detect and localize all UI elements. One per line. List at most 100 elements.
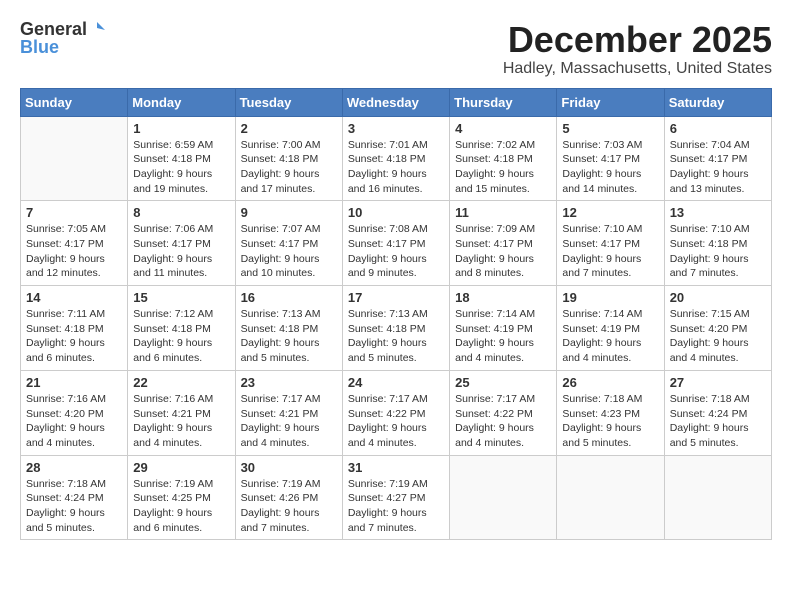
calendar-cell: 14 Sunrise: 7:11 AMSunset: 4:18 PMDayligh…: [21, 286, 128, 371]
day-number: 23: [241, 375, 337, 390]
day-info: Sunrise: 7:04 AMSunset: 4:17 PMDaylight:…: [670, 138, 766, 197]
calendar-cell: 17Sunrise: 7:13 AMSunset: 4:18 PMDayligh…: [342, 286, 449, 371]
weekday-header-sunday: Sunday: [21, 88, 128, 116]
calendar-cell: 4Sunrise: 7:02 AMSunset: 4:18 PMDaylight…: [450, 116, 557, 201]
day-info: Sunrise: 7:12 AMSunset: 4:18 PMDaylight:…: [133, 307, 229, 366]
calendar-header: SundayMondayTuesdayWednesdayThursdayFrid…: [21, 88, 772, 116]
calendar-week-4: 28 Sunrise: 7:18 AMSunset: 4:24 PMDayligh…: [21, 455, 772, 540]
day-number: 5: [562, 121, 658, 136]
day-info: Sunrise: 7:09 AMSunset: 4:17 PMDaylight:…: [455, 222, 551, 281]
calendar-week-2: 14 Sunrise: 7:11 AMSunset: 4:18 PMDayligh…: [21, 286, 772, 371]
day-info: Sunrise: 7:17 AMSunset: 4:22 PMDaylight:…: [455, 392, 551, 451]
day-number: 24: [348, 375, 444, 390]
day-info: Sunrise: 7:01 AMSunset: 4:18 PMDaylight:…: [348, 138, 444, 197]
calendar-cell: [21, 116, 128, 201]
day-number: 1: [133, 121, 229, 136]
weekday-header-monday: Monday: [128, 88, 235, 116]
calendar-cell: 30 Sunrise: 7:19 AMSunset: 4:26 PMDayligh…: [235, 455, 342, 540]
page-header: General Blue December 2025 Hadley, Massa…: [20, 20, 772, 78]
day-info: Sunrise: 7:08 AMSunset: 4:17 PMDaylight:…: [348, 222, 444, 281]
logo-bird-icon: [89, 20, 105, 36]
day-info: Sunrise: 7:05 AMSunset: 4:17 PMDaylight:…: [26, 222, 122, 281]
day-info: Sunrise: 7:19 AMSunset: 4:25 PMDaylight:…: [133, 477, 229, 536]
calendar-cell: 15 Sunrise: 7:12 AMSunset: 4:18 PMDayligh…: [128, 286, 235, 371]
calendar-cell: 21Sunrise: 7:16 AMSunset: 4:20 PMDayligh…: [21, 370, 128, 455]
day-number: 12: [562, 205, 658, 220]
day-number: 11: [455, 205, 551, 220]
day-info: Sunrise: 7:16 AMSunset: 4:21 PMDaylight:…: [133, 392, 229, 451]
day-info: Sunrise: 7:18 AMSunset: 4:24 PMDaylight:…: [26, 477, 122, 536]
day-number: 28: [26, 460, 122, 475]
day-number: 19: [562, 290, 658, 305]
calendar-cell: 8 Sunrise: 7:06 AMSunset: 4:17 PMDaylight…: [128, 201, 235, 286]
day-number: 29: [133, 460, 229, 475]
calendar-cell: 12 Sunrise: 7:10 AMSunset: 4:17 PMDayligh…: [557, 201, 664, 286]
calendar-cell: 20 Sunrise: 7:15 AMSunset: 4:20 PMDayligh…: [664, 286, 771, 371]
day-info: Sunrise: 7:14 AMSunset: 4:19 PMDaylight:…: [562, 307, 658, 366]
day-info: Sunrise: 7:10 AMSunset: 4:18 PMDaylight:…: [670, 222, 766, 281]
calendar-cell: 24 Sunrise: 7:17 AMSunset: 4:22 PMDayligh…: [342, 370, 449, 455]
weekday-header-thursday: Thursday: [450, 88, 557, 116]
day-info: Sunrise: 7:11 AMSunset: 4:18 PMDaylight:…: [26, 307, 122, 366]
day-info: Sunrise: 7:18 AMSunset: 4:23 PMDaylight:…: [562, 392, 658, 451]
calendar-table: SundayMondayTuesdayWednesdayThursdayFrid…: [20, 88, 772, 541]
calendar-cell: 2Sunrise: 7:00 AMSunset: 4:18 PMDaylight…: [235, 116, 342, 201]
day-number: 4: [455, 121, 551, 136]
day-info: Sunrise: 7:19 AMSunset: 4:26 PMDaylight:…: [241, 477, 337, 536]
calendar-cell: [664, 455, 771, 540]
calendar-cell: 28 Sunrise: 7:18 AMSunset: 4:24 PMDayligh…: [21, 455, 128, 540]
month-title: December 2025: [503, 20, 772, 60]
day-number: 13: [670, 205, 766, 220]
calendar-cell: 9 Sunrise: 7:07 AMSunset: 4:17 PMDaylight…: [235, 201, 342, 286]
calendar-cell: 23 Sunrise: 7:17 AMSunset: 4:21 PMDayligh…: [235, 370, 342, 455]
day-number: 30: [241, 460, 337, 475]
day-number: 14: [26, 290, 122, 305]
calendar-cell: [557, 455, 664, 540]
logo-general-text: General: [20, 20, 87, 38]
day-number: 8: [133, 205, 229, 220]
day-info: Sunrise: 7:16 AMSunset: 4:20 PMDaylight:…: [26, 392, 122, 451]
calendar-cell: 6 Sunrise: 7:04 AMSunset: 4:17 PMDaylight…: [664, 116, 771, 201]
calendar-week-1: 7 Sunrise: 7:05 AMSunset: 4:17 PMDaylight…: [21, 201, 772, 286]
day-number: 31: [348, 460, 444, 475]
day-number: 9: [241, 205, 337, 220]
day-number: 17: [348, 290, 444, 305]
day-number: 6: [670, 121, 766, 136]
calendar-cell: 3Sunrise: 7:01 AMSunset: 4:18 PMDaylight…: [342, 116, 449, 201]
calendar-cell: 11 Sunrise: 7:09 AMSunset: 4:17 PMDayligh…: [450, 201, 557, 286]
day-info: Sunrise: 7:00 AMSunset: 4:18 PMDaylight:…: [241, 138, 337, 197]
day-info: Sunrise: 7:10 AMSunset: 4:17 PMDaylight:…: [562, 222, 658, 281]
day-number: 16: [241, 290, 337, 305]
calendar-body: 1 Sunrise: 6:59 AMSunset: 4:18 PMDaylight…: [21, 116, 772, 540]
day-number: 7: [26, 205, 122, 220]
calendar-cell: 16Sunrise: 7:13 AMSunset: 4:18 PMDayligh…: [235, 286, 342, 371]
calendar-cell: 10 Sunrise: 7:08 AMSunset: 4:17 PMDayligh…: [342, 201, 449, 286]
location-title: Hadley, Massachusetts, United States: [503, 60, 772, 78]
day-number: 10: [348, 205, 444, 220]
calendar-cell: 29 Sunrise: 7:19 AMSunset: 4:25 PMDayligh…: [128, 455, 235, 540]
day-info: Sunrise: 7:06 AMSunset: 4:17 PMDaylight:…: [133, 222, 229, 281]
calendar-cell: 18Sunrise: 7:14 AMSunset: 4:19 PMDayligh…: [450, 286, 557, 371]
day-info: Sunrise: 7:15 AMSunset: 4:20 PMDaylight:…: [670, 307, 766, 366]
day-number: 22: [133, 375, 229, 390]
calendar-cell: 5 Sunrise: 7:03 AMSunset: 4:17 PMDaylight…: [557, 116, 664, 201]
weekday-header-friday: Friday: [557, 88, 664, 116]
weekday-header-row: SundayMondayTuesdayWednesdayThursdayFrid…: [21, 88, 772, 116]
weekday-header-wednesday: Wednesday: [342, 88, 449, 116]
day-info: Sunrise: 7:07 AMSunset: 4:17 PMDaylight:…: [241, 222, 337, 281]
day-info: Sunrise: 6:59 AMSunset: 4:18 PMDaylight:…: [133, 138, 229, 197]
calendar-week-0: 1 Sunrise: 6:59 AMSunset: 4:18 PMDaylight…: [21, 116, 772, 201]
day-number: 15: [133, 290, 229, 305]
day-info: Sunrise: 7:03 AMSunset: 4:17 PMDaylight:…: [562, 138, 658, 197]
day-info: Sunrise: 7:19 AMSunset: 4:27 PMDaylight:…: [348, 477, 444, 536]
day-number: 27: [670, 375, 766, 390]
calendar-cell: 31 Sunrise: 7:19 AMSunset: 4:27 PMDayligh…: [342, 455, 449, 540]
calendar-cell: 13 Sunrise: 7:10 AMSunset: 4:18 PMDayligh…: [664, 201, 771, 286]
calendar-cell: 7 Sunrise: 7:05 AMSunset: 4:17 PMDaylight…: [21, 201, 128, 286]
title-block: December 2025 Hadley, Massachusetts, Uni…: [503, 20, 772, 78]
day-info: Sunrise: 7:17 AMSunset: 4:21 PMDaylight:…: [241, 392, 337, 451]
day-info: Sunrise: 7:17 AMSunset: 4:22 PMDaylight:…: [348, 392, 444, 451]
calendar-cell: 19 Sunrise: 7:14 AMSunset: 4:19 PMDayligh…: [557, 286, 664, 371]
weekday-header-saturday: Saturday: [664, 88, 771, 116]
day-number: 20: [670, 290, 766, 305]
